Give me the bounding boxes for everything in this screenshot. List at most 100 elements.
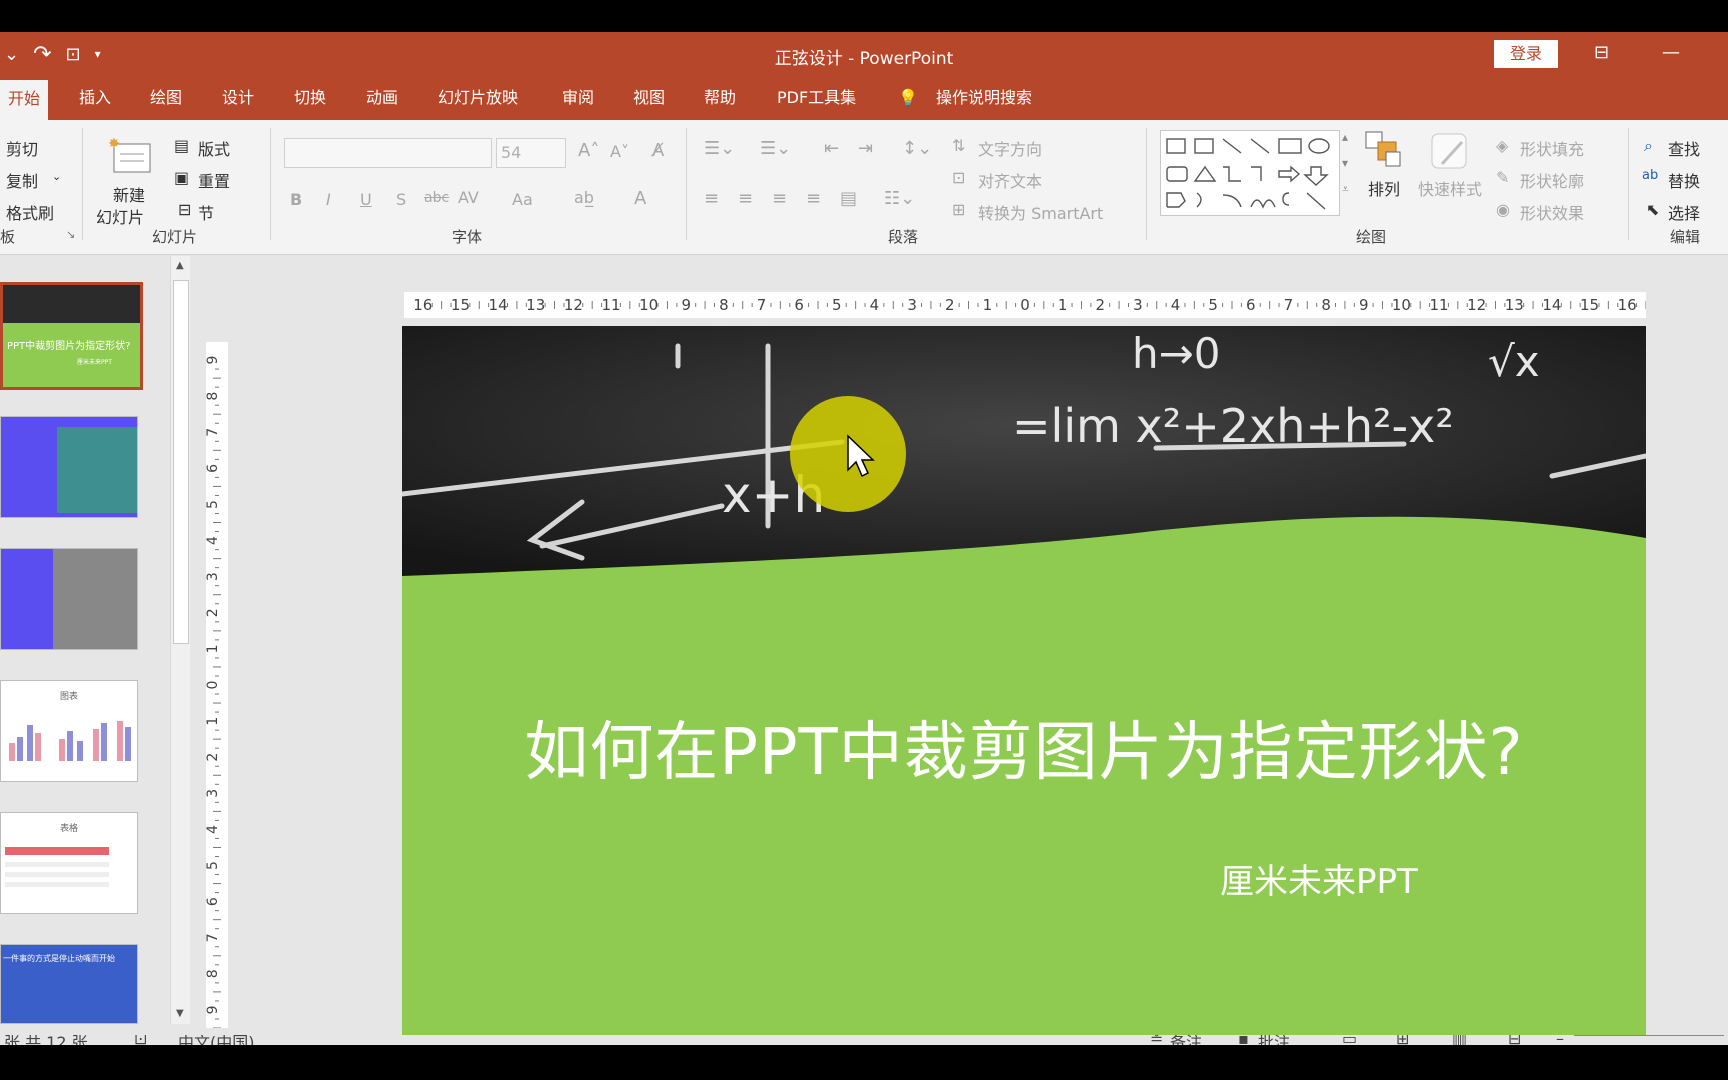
reset-button[interactable]: 重置 [198,168,230,192]
justify-icon[interactable]: ≡ [806,188,821,209]
workspace: PPT中裁剪图片为指定形状? 厘米未来PPT 图表 表格 一件事的方式是停止动嘴… [0,256,1728,1040]
zoom-out-icon[interactable]: – [1556,1035,1564,1045]
section-button[interactable]: 节 [198,200,214,224]
vertical-ruler[interactable]: 9 8 7 6 5 4 3 2 1 0 1 2 3 4 5 6 7 8 9 [206,342,228,1028]
tab-design[interactable]: 设计 [222,76,254,120]
notes-icon[interactable]: ≗ [1150,1035,1163,1045]
find-button[interactable]: 查找 [1668,136,1700,160]
slide-sorter-icon[interactable]: ⊞ [1396,1035,1409,1045]
horizontal-ruler[interactable]: 16 15 14 13 12 11 10 9 8 7 6 5 4 3 2 1 0 1 2 3 4 5 6 7 8 9 10 11 12 1… [404,292,1646,318]
bullets-icon[interactable]: ☰⌄ [704,138,735,159]
comments-button[interactable]: 批注 [1258,1035,1290,1045]
copy-button[interactable]: 复制 [6,168,38,192]
italic-button[interactable]: I [326,190,331,209]
clear-format-icon[interactable]: A̸ [652,140,664,161]
font-color-button[interactable]: A [634,188,646,209]
slide-canvas[interactable]: h→0 =lim x²+2xh+h²-x² x+h √x 如何在PPT中裁剪图片… [402,326,1646,1040]
tab-view[interactable]: 视图 [633,76,665,120]
columns-icon[interactable]: ☷⌄ [884,188,915,209]
shapes-gallery[interactable] [1160,130,1340,216]
highlight-icon[interactable]: ab̲ [574,188,594,207]
tab-transitions[interactable]: 切换 [294,76,326,120]
align-right-icon[interactable]: ≡ [772,188,787,209]
reading-view-icon[interactable]: ▥ [1452,1035,1467,1045]
more-shapes-icon[interactable]: ⩡ [1342,182,1349,197]
slide-thumbnail-5[interactable]: 表格 [0,812,138,914]
login-button[interactable]: 登录 [1494,40,1558,68]
font-size-combo[interactable]: 54 [496,138,566,168]
arrange-button[interactable]: 排列 [1368,176,1400,200]
shadow-button[interactable]: S [396,190,406,209]
scrollbar-thumb[interactable] [173,280,189,644]
quick-styles-button[interactable]: 快速样式 [1418,176,1482,200]
align-left-icon[interactable]: ≡ [704,188,719,209]
convert-smartart-button[interactable]: 转换为 SmartArt [978,200,1103,224]
line-spacing-icon[interactable]: ↕⌄ [902,138,932,159]
tab-review[interactable]: 审阅 [562,76,594,120]
underline-button[interactable]: U [360,190,372,209]
slide-thumbnail-6[interactable]: 一件事的方式是停止动嘴而开始 [0,944,138,1024]
scroll-up-icon[interactable]: ▴ [1342,130,1348,144]
slideshow-view-icon[interactable]: ⊟ [1508,1035,1521,1045]
comments-icon[interactable]: ▪ [1238,1035,1249,1045]
tab-home[interactable]: 开始 [0,80,49,120]
tab-animations[interactable]: 动画 [366,76,398,120]
slide-thumbnail-3[interactable] [0,548,138,650]
ruler-tick-label: 0 [1020,296,1030,314]
change-case-button[interactable]: Aa [512,190,533,209]
tab-help[interactable]: 帮助 [704,76,736,120]
tab-insert[interactable]: 插入 [79,76,111,120]
arrange-icon[interactable] [1364,130,1404,174]
shape-effects-button[interactable]: 形状效果 [1520,200,1584,224]
ribbon-display-icon[interactable]: ⊟ [1594,42,1609,63]
format-painter-button[interactable]: 格式刷 [6,200,54,224]
align-center-icon[interactable]: ≡ [738,188,753,209]
replace-button[interactable]: 替换 [1668,168,1700,192]
tab-draw[interactable]: 绘图 [150,76,182,120]
thumbnails-scrollbar[interactable]: ▲ ▼ [170,256,190,1024]
char-spacing-button[interactable]: AV [458,188,479,207]
normal-view-icon[interactable]: ▭ [1342,1035,1357,1045]
text-direction-button[interactable]: 文字方向 [978,136,1042,160]
new-slide-icon[interactable]: ✸ [106,136,152,180]
slide-title-text[interactable]: 如何在PPT中裁剪图片为指定形状? [402,701,1646,793]
zoom-slider[interactable] [1574,1035,1724,1036]
spell-check-icon[interactable]: ⊡ [134,1035,147,1045]
strikethrough-button[interactable]: abc [424,190,449,206]
tell-me-search[interactable]: 操作说明搜索 [936,76,1032,120]
bold-button[interactable]: B [290,190,302,209]
scroll-up-icon[interactable]: ▲ [176,260,184,271]
slide-subtitle-text[interactable]: 厘米未来PPT [1220,854,1418,903]
select-button[interactable]: 选择 [1668,200,1700,224]
slide-thumbnail-1[interactable]: PPT中裁剪图片为指定形状? 厘米未来PPT [0,282,143,390]
minimize-icon[interactable]: — [1662,42,1680,63]
shape-outline-button[interactable]: 形状轮廓 [1520,168,1584,192]
dialog-launcher-icon[interactable]: ↘ [66,228,75,241]
grow-font-icon[interactable]: A˄ [578,140,599,161]
scroll-down-icon[interactable]: ▼ [176,1008,184,1019]
chalkboard-image[interactable]: h→0 =lim x²+2xh+h²-x² x+h √x [402,326,1646,1040]
numbering-icon[interactable]: ☰⌄ [760,138,791,159]
language-status[interactable]: 中文(中国) [178,1035,255,1045]
chevron-down-icon[interactable]: ⌄ [52,170,61,183]
font-name-combo[interactable] [284,138,492,168]
shape-fill-button[interactable]: 形状填充 [1520,136,1584,160]
new-slide-label-1[interactable]: 新建 [113,182,145,206]
shrink-font-icon[interactable]: A˅ [610,142,629,161]
layout-button[interactable]: 版式 [198,136,230,160]
distributed-icon[interactable]: ▤ [840,188,857,209]
cut-button[interactable]: 剪切 [6,136,38,160]
align-text-button[interactable]: 对齐文本 [978,168,1042,192]
notes-button[interactable]: 备注 [1170,1035,1202,1045]
tab-pdf-tools[interactable]: PDF工具集 [777,76,856,120]
quick-styles-icon[interactable] [1428,130,1472,178]
ruler-tick-label: 9 [681,296,691,314]
scroll-down-icon[interactable]: ▾ [1342,156,1348,170]
slide-thumbnail-4[interactable]: 图表 [0,680,138,782]
decrease-indent-icon[interactable]: ⇤ [824,138,839,159]
tab-slideshow[interactable]: 幻灯片放映 [438,76,518,120]
ruler-tick-label: 4 [206,536,221,545]
slide-thumbnail-2[interactable] [0,416,138,518]
new-slide-label-2[interactable]: 幻灯片 [96,204,144,228]
increase-indent-icon[interactable]: ⇥ [858,138,873,159]
